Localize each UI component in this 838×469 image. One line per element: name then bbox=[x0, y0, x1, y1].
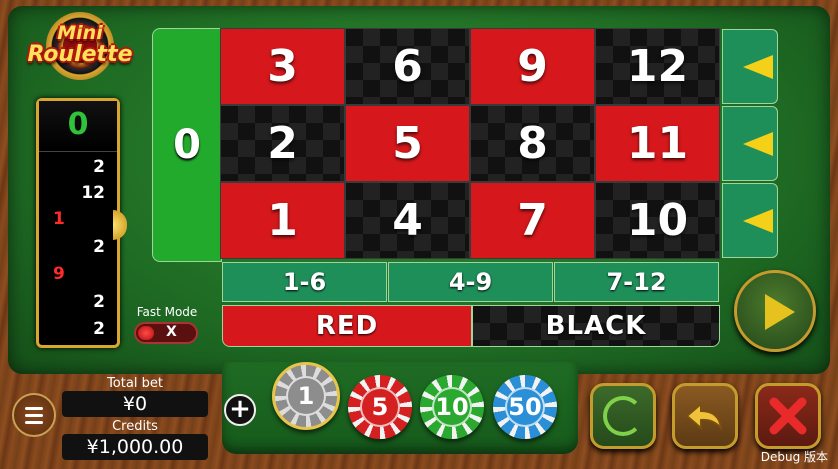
betting-board: 0 3 6 9 12 2 5 8 11 1 4 7 10 1-6 4-9 7-1… bbox=[152, 28, 780, 347]
red-bet[interactable]: RED bbox=[222, 305, 472, 347]
range-bet-7-12[interactable]: 7-12 bbox=[554, 262, 719, 302]
clear-bets-button[interactable] bbox=[755, 383, 821, 449]
bet-cell-1[interactable]: 1 bbox=[220, 182, 345, 259]
cell-number: 10 bbox=[626, 195, 689, 246]
cell-number: 7 bbox=[517, 195, 548, 246]
bet-cell-7[interactable]: 7 bbox=[470, 182, 595, 259]
play-icon bbox=[765, 294, 795, 330]
result-history-panel: 0 2 12 1 2 9 2 2 bbox=[36, 98, 120, 348]
black-bet[interactable]: BLACK bbox=[472, 305, 720, 347]
cell-number: 2 bbox=[267, 118, 298, 169]
credits-value: ¥1,000.00 bbox=[62, 434, 208, 460]
bet-cell-zero[interactable]: 0 bbox=[152, 28, 222, 262]
menu-button[interactable] bbox=[12, 393, 56, 437]
undo-arrow-icon bbox=[685, 401, 723, 432]
chip-1[interactable]: 1 bbox=[272, 362, 340, 430]
hamburger-icon bbox=[25, 421, 43, 424]
history-item: 2 bbox=[93, 292, 105, 312]
chip-value: 1 bbox=[286, 376, 326, 416]
range-label: 4-9 bbox=[448, 268, 493, 296]
black-label: BLACK bbox=[545, 311, 647, 341]
logo-line-1: Mini bbox=[57, 22, 103, 44]
history-item: 2 bbox=[93, 157, 105, 177]
toggle-knob bbox=[138, 326, 154, 340]
fast-mode-toggle[interactable]: X bbox=[134, 322, 198, 344]
cell-number: 5 bbox=[392, 118, 423, 169]
fast-mode-label: Fast Mode bbox=[136, 305, 198, 319]
column-bet-top[interactable] bbox=[722, 29, 778, 104]
chip-10[interactable]: 10 bbox=[420, 375, 484, 439]
range-label: 7-12 bbox=[606, 268, 667, 296]
bet-cell-9[interactable]: 9 bbox=[470, 28, 595, 105]
bet-cell-5[interactable]: 5 bbox=[345, 105, 470, 182]
bet-cell-3[interactable]: 3 bbox=[220, 28, 345, 105]
logo-line-2: Roulette bbox=[27, 42, 133, 67]
zero-label: 0 bbox=[173, 122, 201, 168]
chip-value: 10 bbox=[432, 387, 472, 427]
history-item: 2 bbox=[93, 319, 105, 339]
arrow-left-icon bbox=[743, 209, 773, 233]
hamburger-icon bbox=[25, 414, 43, 417]
undo-button[interactable] bbox=[672, 383, 738, 449]
debug-label: Debug 版本 bbox=[760, 450, 828, 464]
bet-cell-10[interactable]: 10 bbox=[595, 182, 720, 259]
latest-result: 0 bbox=[39, 101, 117, 152]
bet-cell-8[interactable]: 8 bbox=[470, 105, 595, 182]
latest-result-value: 0 bbox=[67, 107, 89, 142]
column-bet-middle[interactable] bbox=[722, 106, 778, 181]
history-item: 12 bbox=[81, 183, 105, 203]
range-bet-1-6[interactable]: 1-6 bbox=[222, 262, 387, 302]
cell-number: 4 bbox=[392, 195, 423, 246]
credits-label: Credits bbox=[112, 419, 158, 434]
history-item: 1 bbox=[53, 209, 65, 229]
chip-value: 50 bbox=[505, 387, 545, 427]
fast-mode-state: X bbox=[166, 324, 177, 340]
range-bet-4-9[interactable]: 4-9 bbox=[388, 262, 553, 302]
chip-50[interactable]: 50 bbox=[493, 375, 557, 439]
game-logo: Mini Roulette bbox=[22, 12, 138, 80]
spin-button[interactable] bbox=[734, 270, 816, 352]
range-label: 1-6 bbox=[282, 268, 327, 296]
red-label: RED bbox=[315, 311, 379, 341]
cell-number: 6 bbox=[392, 41, 423, 92]
total-bet-label: Total bet bbox=[107, 376, 163, 391]
total-bet-value: ¥0 bbox=[62, 391, 208, 417]
add-credit-button[interactable]: + bbox=[224, 394, 256, 426]
fast-mode-control: Fast Mode X bbox=[134, 305, 200, 344]
cell-number: 1 bbox=[267, 195, 298, 246]
chip-value: 5 bbox=[360, 387, 400, 427]
chip-5[interactable]: 5 bbox=[348, 375, 412, 439]
redo-dollar-icon bbox=[603, 396, 643, 436]
column-bet-bottom[interactable] bbox=[722, 183, 778, 258]
cell-number: 3 bbox=[267, 41, 298, 92]
bet-cell-6[interactable]: 6 bbox=[345, 28, 470, 105]
bet-cell-2[interactable]: 2 bbox=[220, 105, 345, 182]
history-item: 9 bbox=[53, 264, 65, 284]
bet-cell-11[interactable]: 11 bbox=[595, 105, 720, 182]
arrow-left-icon bbox=[743, 55, 773, 79]
repeat-bet-button[interactable] bbox=[590, 383, 656, 449]
history-item: 2 bbox=[93, 237, 105, 257]
cell-number: 8 bbox=[517, 118, 548, 169]
close-icon bbox=[769, 397, 807, 435]
bet-cell-4[interactable]: 4 bbox=[345, 182, 470, 259]
bet-cell-12[interactable]: 12 bbox=[595, 28, 720, 105]
cell-number: 9 bbox=[517, 41, 548, 92]
cell-number: 12 bbox=[626, 41, 689, 92]
arrow-left-icon bbox=[743, 132, 773, 156]
cell-number: 11 bbox=[626, 118, 689, 169]
hamburger-icon bbox=[25, 407, 43, 410]
